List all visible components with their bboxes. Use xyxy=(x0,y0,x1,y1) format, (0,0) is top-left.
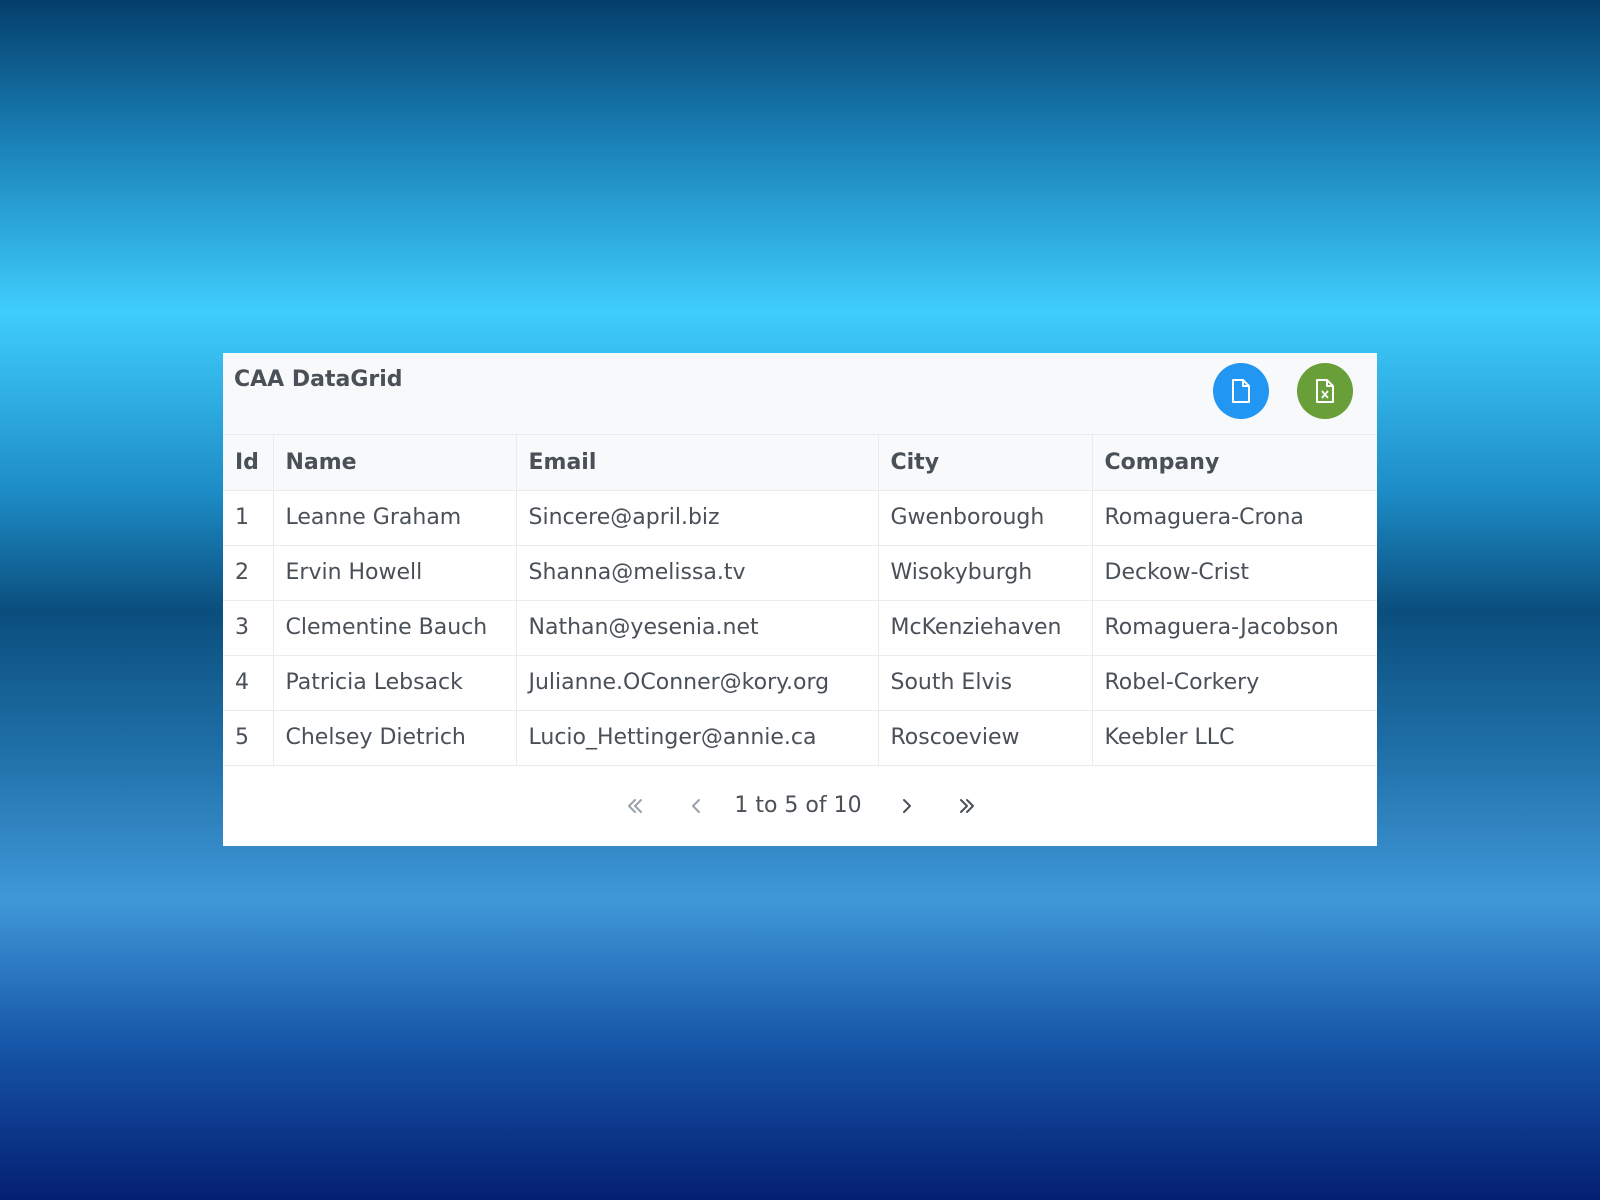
cell-city: Roscoeview xyxy=(878,710,1093,766)
paginator: 1 to 5 of 10 xyxy=(223,766,1377,848)
column-header-email[interactable]: Email xyxy=(516,435,879,491)
cell-company: Romaguera-Crona xyxy=(1092,490,1377,546)
chevron-left-icon xyxy=(692,798,700,813)
cell-city: Wisokyburgh xyxy=(878,545,1093,601)
cell-name: Leanne Graham xyxy=(273,490,517,546)
double-chevron-left-icon xyxy=(628,798,642,813)
cell-company: Deckow-Crist xyxy=(1092,545,1377,601)
file-excel-icon xyxy=(1316,379,1334,403)
export-excel-button[interactable] xyxy=(1297,363,1353,419)
column-header-name[interactable]: Name xyxy=(273,435,517,491)
cell-city: South Elvis xyxy=(878,655,1093,711)
column-header-company[interactable]: Company xyxy=(1092,435,1377,491)
export-csv-button[interactable] xyxy=(1213,363,1269,419)
cell-id: 5 xyxy=(223,710,274,766)
datagrid-title: CAA DataGrid xyxy=(234,367,403,392)
table-row[interactable]: 3 Clementine Bauch Nathan@yesenia.net Mc… xyxy=(223,600,1377,656)
cell-id: 3 xyxy=(223,600,274,656)
column-header-id[interactable]: Id xyxy=(223,435,274,491)
cell-city: Gwenborough xyxy=(878,490,1093,546)
file-icon xyxy=(1232,379,1250,403)
first-page-button[interactable] xyxy=(615,786,655,826)
datagrid-header: CAA DataGrid xyxy=(223,353,1377,435)
cell-name: Ervin Howell xyxy=(273,545,517,601)
datagrid-panel: CAA DataGrid Id Name Email City Company … xyxy=(223,353,1377,846)
double-chevron-right-icon xyxy=(960,798,974,813)
cell-company: Romaguera-Jacobson xyxy=(1092,600,1377,656)
table-row[interactable]: 2 Ervin Howell Shanna@melissa.tv Wisokyb… xyxy=(223,545,1377,601)
cell-id: 1 xyxy=(223,490,274,546)
cell-company: Keebler LLC xyxy=(1092,710,1377,766)
cell-id: 4 xyxy=(223,655,274,711)
cell-name: Clementine Bauch xyxy=(273,600,517,656)
data-table: Id Name Email City Company 1 Leanne Grah… xyxy=(223,435,1377,766)
cell-company: Robel-Corkery xyxy=(1092,655,1377,711)
cell-city: McKenziehaven xyxy=(878,600,1093,656)
next-page-button[interactable] xyxy=(887,786,927,826)
column-header-city[interactable]: City xyxy=(878,435,1093,491)
page-report: 1 to 5 of 10 xyxy=(734,792,862,818)
table-row[interactable]: 4 Patricia Lebsack Julianne.OConner@kory… xyxy=(223,655,1377,711)
cell-email: Shanna@melissa.tv xyxy=(516,545,879,601)
chevron-right-icon xyxy=(903,798,911,813)
cell-name: Patricia Lebsack xyxy=(273,655,517,711)
cell-email: Sincere@april.biz xyxy=(516,490,879,546)
header-row: Id Name Email City Company xyxy=(223,435,1377,491)
cell-email: Lucio_Hettinger@annie.ca xyxy=(516,710,879,766)
cell-email: Nathan@yesenia.net xyxy=(516,600,879,656)
cell-id: 2 xyxy=(223,545,274,601)
cell-name: Chelsey Dietrich xyxy=(273,710,517,766)
table-row[interactable]: 1 Leanne Graham Sincere@april.biz Gwenbo… xyxy=(223,490,1377,546)
prev-page-button[interactable] xyxy=(676,786,716,826)
last-page-button[interactable] xyxy=(947,786,987,826)
table-row[interactable]: 5 Chelsey Dietrich Lucio_Hettinger@annie… xyxy=(223,710,1377,766)
cell-email: Julianne.OConner@kory.org xyxy=(516,655,879,711)
